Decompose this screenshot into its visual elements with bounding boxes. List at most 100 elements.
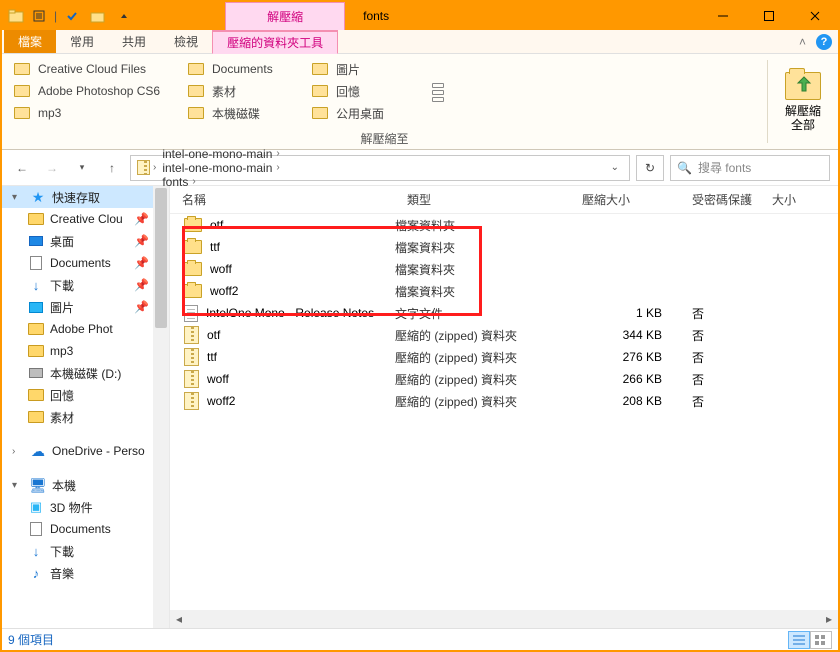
chevron-right-icon[interactable]: › xyxy=(276,162,279,173)
minimize-button[interactable] xyxy=(700,2,746,30)
breadcrumb-segment[interactable]: intel-one-mono-main› xyxy=(158,161,283,175)
ribbon-collapse[interactable]: ˄ xyxy=(799,35,806,49)
tab-home[interactable]: 常用 xyxy=(56,30,108,53)
folder-icon xyxy=(184,284,202,298)
file-row[interactable]: ttf檔案資料夾 xyxy=(170,236,838,258)
extract-destination[interactable]: 本機磁碟 xyxy=(184,102,304,124)
folder-icon xyxy=(14,63,30,75)
extract-destination[interactable]: 公用桌面 xyxy=(308,102,428,124)
sidebar-item[interactable]: 桌面📌 xyxy=(2,230,169,252)
tab-view[interactable]: 檢視 xyxy=(160,30,212,53)
window-title: fonts xyxy=(345,2,700,30)
folder-icon xyxy=(14,85,30,97)
qat-newfolder[interactable] xyxy=(87,4,109,28)
close-button[interactable] xyxy=(792,2,838,30)
zip-file-icon xyxy=(184,326,199,344)
extract-destination[interactable]: Documents xyxy=(184,58,304,80)
column-headers[interactable]: 名稱 類型 壓縮大小 受密碼保護 大小 xyxy=(170,186,838,214)
qat-customize[interactable] xyxy=(113,4,135,28)
col-type[interactable]: 類型 xyxy=(395,191,570,208)
qat-properties[interactable] xyxy=(28,4,50,28)
address-bar[interactable]: › intel-one-mono-main›intel-one-mono-mai… xyxy=(130,155,630,181)
sidebar: ▾★ 快速存取 Creative Clou📌桌面📌Documents📌↓下載📌圖… xyxy=(2,186,170,628)
sidebar-item[interactable]: 圖片📌 xyxy=(2,296,169,318)
sidebar-item[interactable]: 本機磁碟 (D:) xyxy=(2,362,169,384)
folder-icon xyxy=(312,85,328,97)
sidebar-item[interactable]: 素材 xyxy=(2,406,169,428)
extract-destination[interactable]: mp3 xyxy=(10,102,180,124)
folder-icon xyxy=(184,262,202,276)
refresh-button[interactable]: ↻ xyxy=(636,155,664,181)
folder-icon xyxy=(188,63,204,75)
search-icon: 🔍 xyxy=(677,161,692,175)
sidebar-item[interactable]: mp3 xyxy=(2,340,169,362)
extract-destination[interactable]: Creative Cloud Files xyxy=(10,58,180,80)
sidebar-item[interactable]: Documents📌 xyxy=(2,252,169,274)
tab-share[interactable]: 共用 xyxy=(108,30,160,53)
pin-icon: 📌 xyxy=(134,300,149,314)
chevron-right-icon[interactable]: › xyxy=(276,148,279,159)
extract-destination[interactable]: 素材 xyxy=(184,80,304,102)
destinations-more[interactable] xyxy=(428,58,444,126)
sidebar-item[interactable]: ↓下載 xyxy=(2,540,169,562)
address-dropdown[interactable]: ⌄ xyxy=(611,162,619,173)
sidebar-quick-access[interactable]: ▾★ 快速存取 xyxy=(2,186,169,208)
sidebar-item[interactable]: Adobe Phot xyxy=(2,318,169,340)
maximize-button[interactable] xyxy=(746,2,792,30)
sidebar-item[interactable]: ▣3D 物件 xyxy=(2,496,169,518)
file-list[interactable]: otf檔案資料夾ttf檔案資料夾woff檔案資料夾woff2檔案資料夾Intel… xyxy=(170,214,838,610)
sidebar-item[interactable]: ♪音樂 xyxy=(2,562,169,584)
folder-icon xyxy=(184,240,202,254)
contextual-tab-title: 解壓縮 xyxy=(225,2,345,30)
sidebar-scrollbar[interactable] xyxy=(153,186,169,628)
sidebar-item[interactable]: 回憶 xyxy=(2,384,169,406)
zip-file-icon xyxy=(184,392,199,410)
pin-icon: 📌 xyxy=(134,256,149,270)
ribbon-tabstrip: 檔案 常用 共用 檢視 壓縮的資料夾工具 ˄ ? xyxy=(2,30,838,54)
file-row[interactable]: otf檔案資料夾 xyxy=(170,214,838,236)
tab-file[interactable]: 檔案 xyxy=(4,30,56,53)
pin-icon: 📌 xyxy=(134,212,149,226)
extract-destination[interactable]: 圖片 xyxy=(308,58,428,80)
col-size[interactable]: 大小 xyxy=(760,191,810,208)
view-icons[interactable] xyxy=(810,631,832,649)
file-row[interactable]: woff2壓縮的 (zipped) 資料夾208 KB否 xyxy=(170,390,838,412)
sidebar-this-pc[interactable]: ▾🖥 本機 xyxy=(2,474,169,496)
sidebar-onedrive[interactable]: ›☁ OneDrive - Perso xyxy=(2,440,169,462)
statusbar: 9 個項目 xyxy=(2,628,838,650)
folder-icon xyxy=(312,63,328,75)
view-details[interactable] xyxy=(788,631,810,649)
col-name[interactable]: 名稱 xyxy=(170,191,395,208)
file-row[interactable]: IntelOne Mono - Release Notes文字文件1 KB否 xyxy=(170,302,838,324)
file-row[interactable]: woff檔案資料夾 xyxy=(170,258,838,280)
folder-icon xyxy=(14,107,30,119)
extract-all-button[interactable]: 解壓縮 全部 xyxy=(768,54,838,149)
file-row[interactable]: woff壓縮的 (zipped) 資料夾266 KB否 xyxy=(170,368,838,390)
breadcrumb-segment[interactable]: intel-one-mono-main› xyxy=(158,147,283,161)
nav-up[interactable]: ↑ xyxy=(100,156,124,180)
sidebar-item[interactable]: Creative Clou📌 xyxy=(2,208,169,230)
folder-icon xyxy=(188,107,204,119)
sidebar-item[interactable]: Documents xyxy=(2,518,169,540)
file-row[interactable]: ttf壓縮的 (zipped) 資料夾276 KB否 xyxy=(170,346,838,368)
horizontal-scrollbar[interactable]: ◂▸ xyxy=(170,610,838,628)
file-row[interactable]: woff2檔案資料夾 xyxy=(170,280,838,302)
tab-extract[interactable]: 壓縮的資料夾工具 xyxy=(212,30,338,54)
status-text: 9 個項目 xyxy=(8,631,54,648)
extract-destination[interactable]: Adobe Photoshop CS6 xyxy=(10,80,180,102)
nav-history[interactable]: ▾ xyxy=(70,156,94,180)
col-pwd[interactable]: 受密碼保護 xyxy=(680,191,760,208)
help-icon[interactable]: ? xyxy=(816,34,832,50)
pc-icon: 🖥 xyxy=(30,477,46,493)
extract-destination[interactable]: 回憶 xyxy=(308,80,428,102)
nav-forward[interactable]: → xyxy=(40,156,64,180)
titlebar: | 解壓縮 fonts xyxy=(2,2,838,30)
file-row[interactable]: otf壓縮的 (zipped) 資料夾344 KB否 xyxy=(170,324,838,346)
sidebar-item[interactable]: ↓下載📌 xyxy=(2,274,169,296)
star-icon: ★ xyxy=(30,189,46,205)
nav-back[interactable]: ← xyxy=(10,156,34,180)
search-box[interactable]: 🔍 搜尋 fonts xyxy=(670,155,830,181)
qat-check[interactable] xyxy=(61,4,83,28)
col-zsize[interactable]: 壓縮大小 xyxy=(570,191,680,208)
zip-icon xyxy=(135,160,151,176)
